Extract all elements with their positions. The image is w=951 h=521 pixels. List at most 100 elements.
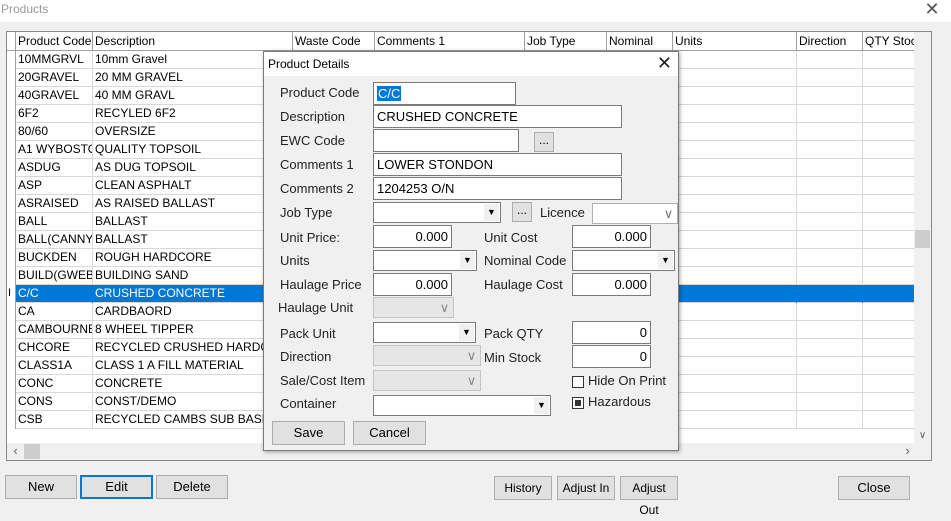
scroll-left-icon[interactable]: ‹: [7, 443, 24, 460]
window-close-icon[interactable]: ✕: [917, 0, 947, 20]
table-cell: [797, 123, 863, 141]
comments1-field[interactable]: LOWER STONDON: [373, 153, 622, 176]
haulage-price-field[interactable]: 0.000: [373, 273, 452, 296]
row-indicator: [7, 339, 16, 357]
table-cell: [673, 339, 797, 357]
table-cell: [797, 393, 863, 411]
cancel-button[interactable]: Cancel: [353, 421, 426, 445]
product-details-dialog: Product Details ✕ Product Code C/C Descr…: [263, 51, 679, 451]
chevron-down-icon: ∨: [663, 206, 674, 221]
table-cell: [673, 393, 797, 411]
vertical-scrollbar[interactable]: ∨: [914, 32, 931, 444]
history-button[interactable]: History: [494, 476, 552, 500]
unit-cost-field[interactable]: 0.000: [572, 225, 651, 248]
table-cell: [797, 87, 863, 105]
row-indicator: [7, 249, 16, 267]
column-header[interactable]: Product Code: [16, 32, 93, 51]
scroll-right-icon[interactable]: ›: [899, 443, 916, 460]
product-code-field[interactable]: C/C: [373, 82, 516, 105]
row-indicator: [7, 375, 16, 393]
column-header[interactable]: Units: [673, 32, 797, 51]
job-type-label: Job Type: [280, 205, 333, 220]
table-cell: [673, 267, 797, 285]
min-stock-field[interactable]: 0: [572, 345, 651, 368]
row-indicator: [7, 231, 16, 249]
product-code-cell: BUILD(GWEBB: [16, 267, 93, 285]
chevron-down-icon: ▼: [460, 252, 475, 269]
row-indicator: [7, 321, 16, 339]
haulage-unit-select[interactable]: ∨: [373, 297, 454, 318]
row-indicator: [7, 357, 16, 375]
ewc-code-label: EWC Code: [280, 133, 346, 148]
licence-select[interactable]: ∨: [592, 203, 678, 224]
column-header[interactable]: Direction: [797, 32, 863, 51]
ewc-code-lookup-button[interactable]: ...: [534, 132, 554, 152]
table-cell: [797, 357, 863, 375]
nominal-code-label: Nominal Code: [484, 253, 567, 268]
haulage-cost-field[interactable]: 0.000: [572, 273, 651, 296]
description-label: Description: [280, 109, 346, 124]
unit-price-field[interactable]: 0.000: [373, 225, 452, 248]
close-button[interactable]: Close: [838, 476, 910, 500]
pack-unit-label: Pack Unit: [280, 326, 336, 341]
job-type-select[interactable]: ▼: [373, 202, 501, 223]
new-button[interactable]: New: [5, 475, 77, 499]
ewc-code-field[interactable]: [373, 129, 519, 152]
row-indicator: [7, 195, 16, 213]
job-type-lookup-button[interactable]: ...: [512, 202, 532, 222]
product-code-cell: CHCORE: [16, 339, 93, 357]
vertical-scroll-thumb[interactable]: [915, 230, 930, 248]
row-indicator: [7, 141, 16, 159]
title-bar: Products ✕: [0, 0, 951, 22]
row-indicator: [7, 87, 16, 105]
table-cell: [797, 69, 863, 87]
units-select[interactable]: ▼: [373, 250, 477, 271]
container-select[interactable]: ▼: [373, 395, 551, 416]
column-header[interactable]: Nominal: [607, 32, 673, 51]
scroll-down-icon[interactable]: ∨: [914, 427, 931, 444]
adjust-in-button[interactable]: Adjust In: [557, 476, 615, 500]
column-header[interactable]: Job Type: [525, 32, 607, 51]
row-indicator: [7, 267, 16, 285]
table-cell: [673, 105, 797, 123]
column-header[interactable]: Description: [93, 32, 293, 51]
horizontal-scroll-thumb[interactable]: [24, 444, 40, 459]
delete-button[interactable]: Delete: [156, 475, 228, 499]
direction-select[interactable]: ∨: [373, 345, 481, 366]
chevron-down-icon: ∨: [439, 300, 450, 315]
table-cell: [673, 141, 797, 159]
column-header[interactable]: Waste Code: [293, 32, 375, 51]
min-stock-label: Min Stock: [484, 350, 542, 365]
dialog-close-icon[interactable]: ✕: [657, 53, 672, 74]
pack-qty-field[interactable]: 0: [572, 321, 651, 344]
table-cell: [673, 411, 797, 429]
table-cell: [797, 339, 863, 357]
table-cell: [797, 267, 863, 285]
table-cell: [673, 357, 797, 375]
table-cell: [673, 177, 797, 195]
column-header[interactable]: Comments 1: [375, 32, 525, 51]
hide-on-print-checkbox[interactable]: [572, 376, 584, 388]
adjust-out-button[interactable]: Adjust Out: [620, 476, 678, 517]
sale-cost-item-select[interactable]: ∨: [373, 370, 481, 391]
row-indicator: [7, 105, 16, 123]
comments1-label: Comments 1: [280, 157, 354, 172]
pack-unit-select[interactable]: ▼: [373, 322, 476, 343]
description-field[interactable]: CRUSHED CONCRETE: [373, 105, 622, 128]
product-code-cell: CA: [16, 303, 93, 321]
product-code-cell: 10MMGRVL: [16, 51, 93, 69]
comments2-field[interactable]: 1204253 O/N: [373, 177, 622, 200]
licence-label: Licence: [540, 205, 585, 220]
table-cell: [797, 411, 863, 429]
direction-label: Direction: [280, 349, 332, 364]
table-cell: [797, 321, 863, 339]
comments2-label: Comments 2: [280, 181, 354, 196]
haulage-unit-label: Haulage Unit: [278, 300, 354, 315]
product-code-cell: CONS: [16, 393, 93, 411]
table-cell: [797, 51, 863, 69]
row-indicator: I: [7, 285, 16, 303]
nominal-code-select[interactable]: ▼: [572, 250, 675, 271]
save-button[interactable]: Save: [272, 421, 345, 445]
hazardous-checkbox[interactable]: [572, 397, 584, 409]
edit-button[interactable]: Edit: [80, 475, 153, 499]
